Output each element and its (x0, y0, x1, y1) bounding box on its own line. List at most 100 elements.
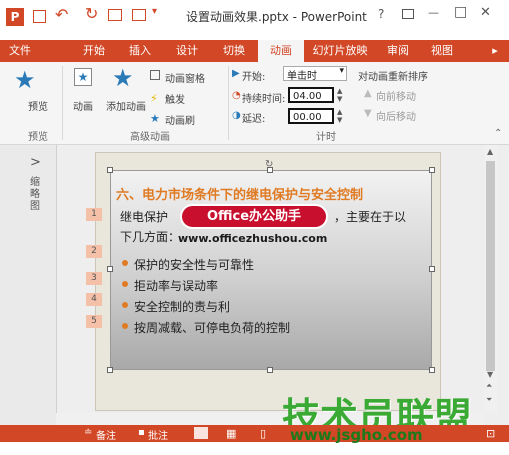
duration-input[interactable]: 04.00 (288, 87, 334, 103)
preview-group-label: 预览 (28, 132, 48, 143)
resize-handle[interactable] (107, 266, 113, 272)
resize-handle[interactable] (107, 167, 113, 173)
delay-clock-icon: ◑ (232, 110, 241, 121)
tab-design[interactable]: 设计 (165, 40, 209, 62)
ribbon-tab-bar: 文件 开始 插入 设计 切换 动画 幻灯片放映 审阅 视图 ▸ (0, 40, 509, 62)
scroll-down-icon[interactable]: ▼ (487, 370, 493, 379)
office-watermark-badge: Office办公助手 (180, 204, 328, 229)
move-later-button[interactable]: 向后移动 (376, 108, 416, 123)
reorder-title: 对动画重新排序 (358, 72, 428, 83)
animation-order-tag[interactable]: 4 (86, 293, 102, 306)
window-title: 设置动画效果.pptx - PowerPoint (186, 10, 367, 24)
collapse-ribbon-icon[interactable]: ⌃ (494, 128, 502, 139)
redo-icon[interactable]: ↻ (85, 4, 98, 23)
normal-view-icon[interactable] (194, 427, 208, 439)
animation-order-tag[interactable]: 3 (86, 272, 102, 285)
tab-more-icon[interactable]: ▸ (485, 40, 505, 62)
rotate-handle-icon[interactable]: ↻ (265, 159, 273, 170)
powerpoint-logo-icon: P (6, 8, 24, 26)
duration-label: 持续时间: (242, 94, 286, 105)
trigger-button[interactable]: 触发 (165, 91, 185, 106)
animation-styles-button[interactable]: 动画 (73, 98, 93, 113)
start-label: 开始: (242, 72, 266, 83)
slide-title: 六、电力市场条件下的继电保护与安全控制 (116, 188, 364, 203)
start-select[interactable]: 单击时 ▾ (283, 66, 347, 82)
bullet-dot-icon (122, 281, 128, 287)
status-bar: ≐ 备注 ▪ 批注 ▦ ▯ ⊡ (0, 425, 509, 442)
quick-access-dropdown-icon[interactable]: ▾ (152, 6, 157, 17)
animation-order-tag[interactable]: 2 (86, 245, 102, 258)
animation-painter-icon[interactable]: ★ (150, 112, 160, 125)
bullet-item: 安全控制的责与利 (122, 298, 230, 315)
slide-sorter-icon[interactable]: ▦ (226, 427, 236, 440)
animation-order-tag[interactable]: 1 (86, 208, 102, 221)
duration-clock-icon: ◔ (232, 90, 241, 101)
timing-group-label: 计时 (316, 132, 336, 143)
tab-review[interactable]: 审阅 (378, 40, 418, 62)
comments-button[interactable]: 批注 (148, 427, 168, 442)
animation-styles-icon[interactable]: ★ (74, 68, 92, 86)
resize-handle[interactable] (107, 367, 113, 373)
next-slide-icon[interactable]: ⏷ (486, 395, 492, 405)
help-button[interactable]: ? (378, 7, 384, 21)
delay-input[interactable]: 00.00 (288, 108, 334, 124)
add-animation-button[interactable]: 添加动画 (106, 98, 146, 113)
tab-file[interactable]: 文件 (0, 40, 40, 62)
fit-to-window-icon[interactable]: ⊡ (486, 427, 495, 440)
preview-button[interactable]: 预览 (28, 98, 48, 113)
scroll-thumb[interactable] (486, 161, 495, 371)
notes-icon[interactable]: ≐ (84, 427, 92, 438)
bullet-item: 按周减载、可停电负荷的控制 (122, 319, 290, 336)
notes-button[interactable]: 备注 (96, 427, 116, 442)
tab-transitions[interactable]: 切换 (212, 40, 256, 62)
minimize-button[interactable]: — (428, 6, 439, 19)
animation-order-tag[interactable]: 5 (86, 315, 102, 328)
vertical-scrollbar[interactable]: ▲ ▼ ⏶ ⏷ (484, 145, 498, 413)
office-watermark-text: Office办公助手 (206, 209, 302, 224)
bullet-dot-icon (122, 323, 128, 329)
scroll-up-icon[interactable]: ▲ (487, 147, 493, 156)
save-icon[interactable] (33, 10, 46, 23)
animation-pane-button[interactable]: 动画窗格 (165, 70, 205, 85)
animation-pane-icon[interactable] (150, 70, 160, 80)
intro-text-end: ，主要在于以 (334, 210, 407, 224)
ribbon-display-options-icon[interactable] (402, 9, 414, 19)
resize-handle[interactable] (267, 367, 273, 373)
resize-handle[interactable] (429, 167, 435, 173)
close-button[interactable]: ✕ (480, 5, 491, 20)
duration-spinner-icon[interactable]: ▲ ▼ (337, 87, 342, 103)
reading-view-icon[interactable]: ▯ (260, 427, 266, 440)
tab-home[interactable]: 开始 (74, 40, 114, 62)
customize-quick-access-icon[interactable] (132, 9, 146, 21)
intro-text-start: 继电保护 (120, 210, 169, 224)
bullet-dot-icon (122, 260, 128, 266)
tab-slideshow[interactable]: 幻灯片放映 (307, 40, 373, 62)
tab-view[interactable]: 视图 (422, 40, 462, 62)
preview-star-icon[interactable]: ★ (14, 66, 36, 94)
resize-handle[interactable] (429, 266, 435, 272)
ribbon: ★ 预览 预览 ★ 动画 ★ 添加动画 动画窗格 ⚡ 触发 ★ 动画刷 高级动画… (0, 62, 509, 145)
animation-painter-button[interactable]: 动画刷 (165, 112, 195, 127)
delay-spinner-icon[interactable]: ▲ ▼ (337, 108, 342, 124)
brand-watermark-url: www.jsgho.com (290, 426, 423, 444)
comments-icon[interactable]: ▪ (138, 427, 145, 438)
restore-button[interactable]: □ (454, 4, 467, 20)
undo-icon[interactable]: ↶ (55, 5, 68, 24)
move-earlier-icon: ▲ (364, 88, 372, 99)
trigger-icon[interactable]: ⚡ (150, 92, 158, 105)
slideshow-start-icon[interactable] (108, 9, 122, 21)
move-earlier-button[interactable]: 向前移动 (376, 88, 416, 103)
tab-insert[interactable]: 插入 (118, 40, 162, 62)
start-select-value: 单击时 (287, 71, 317, 82)
title-bar: P ↶ ↻ ▾ 设置动画效果.pptx - PowerPoint ? — □ ✕ (0, 0, 509, 40)
expand-pane-button[interactable]: > (30, 155, 41, 170)
add-animation-icon[interactable]: ★ (112, 64, 134, 92)
tab-animations[interactable]: 动画 (258, 40, 304, 62)
start-play-icon: ▶ (232, 68, 240, 79)
bullet-dot-icon (122, 302, 128, 308)
intro-text-line2: 下几方面： (120, 230, 181, 244)
thumbnails-label: 缩略图 (30, 177, 40, 212)
bullet-item: 拒动率与误动率 (122, 277, 218, 294)
previous-slide-icon[interactable]: ⏶ (486, 381, 492, 391)
resize-handle[interactable] (429, 367, 435, 373)
